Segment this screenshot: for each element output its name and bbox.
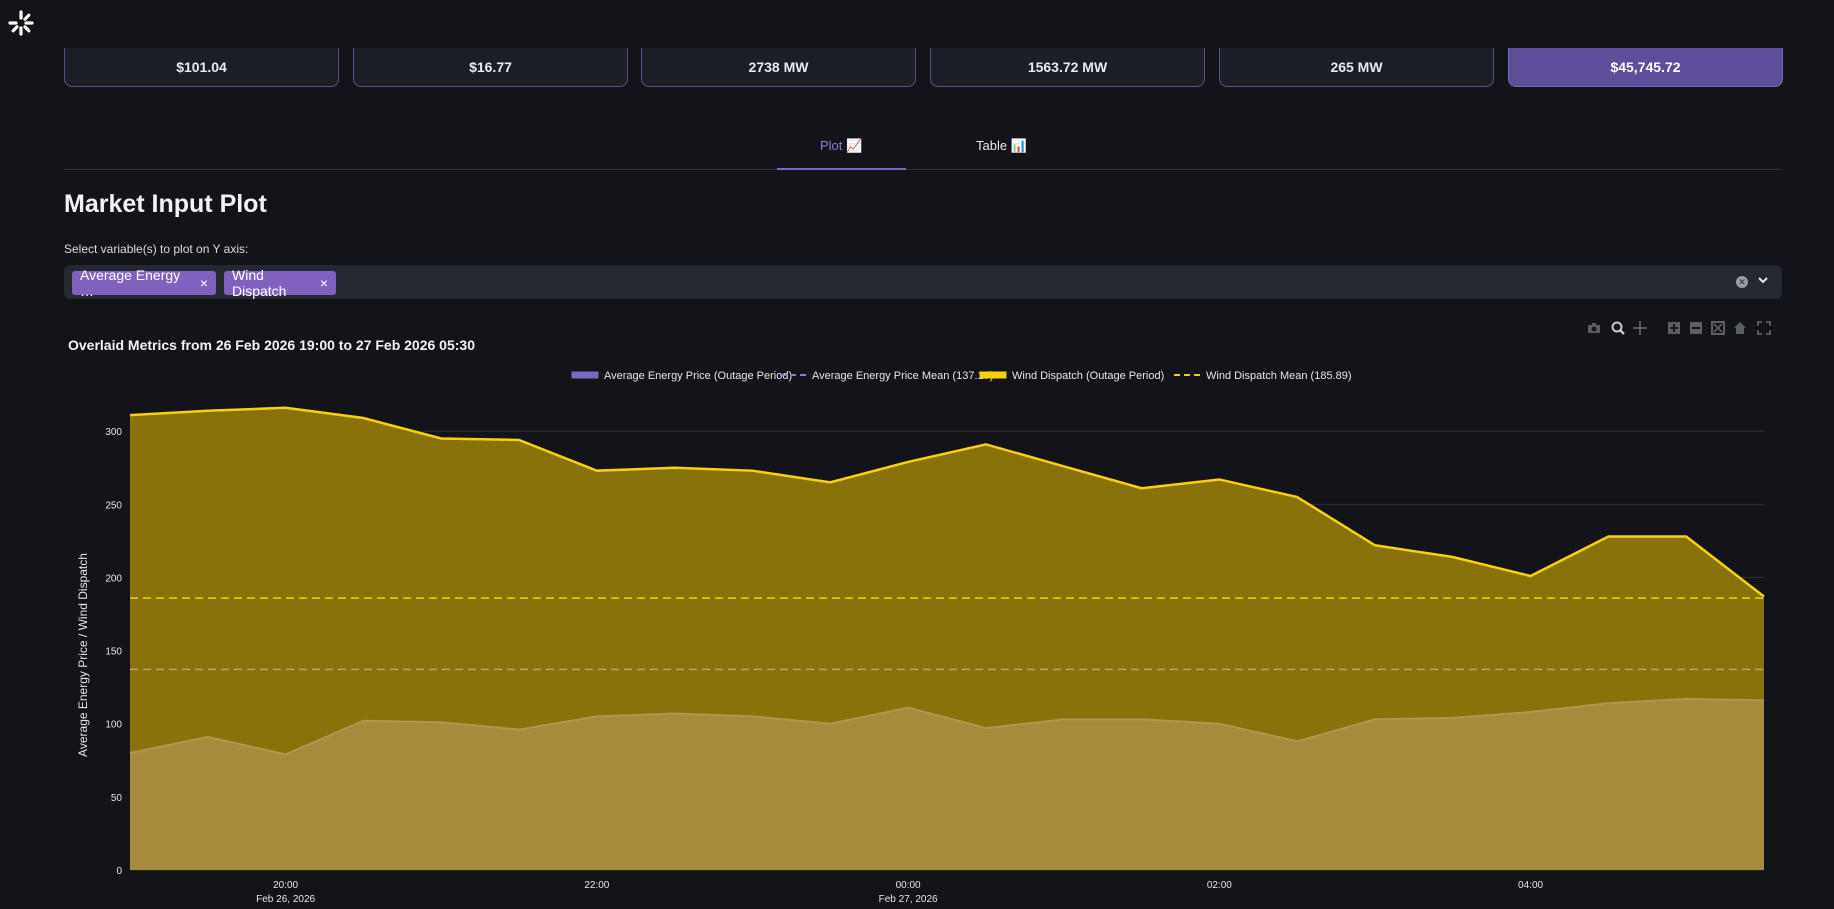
x-tick-label: 20:00 xyxy=(273,880,298,891)
y-tick-label: 250 xyxy=(105,500,122,511)
x-tick-label: 04:00 xyxy=(1518,880,1543,891)
chip-remove-icon[interactable]: × xyxy=(320,275,328,291)
y-tick-label: 100 xyxy=(105,720,122,731)
chip-label: Wind Dispatch xyxy=(232,267,287,299)
app-logo-icon[interactable] xyxy=(6,8,36,38)
chip-label: Average Energy … xyxy=(80,267,181,299)
clear-all-icon[interactable]: ✕ xyxy=(1736,276,1748,288)
legend-swatch xyxy=(979,371,1007,379)
market-input-chart[interactable]: Overlaid Metrics from 26 Feb 2026 19:00 … xyxy=(64,330,1782,909)
metric-card: $16.77 xyxy=(353,48,628,87)
metric-cards: $101.04 $16.77 2738 MW 1563.72 MW 265 MW… xyxy=(64,48,1783,88)
metric-card: $101.04 xyxy=(64,48,339,87)
y-tick-label: 0 xyxy=(116,866,122,877)
metric-card: 1563.72 MW xyxy=(930,48,1205,87)
tab-bar: Plot 📈 Table 📊 xyxy=(64,128,1782,170)
y-axis-ticks: 0 50 100 150 200 250 300 xyxy=(105,427,122,877)
y-tick-label: 50 xyxy=(111,793,123,804)
y-tick-label: 150 xyxy=(105,647,122,658)
page-title: Market Input Plot xyxy=(64,190,267,218)
average-energy-price-area xyxy=(130,698,1764,870)
metric-card-highlighted: $45,745.72 xyxy=(1508,48,1783,87)
legend-label: Wind Dispatch (Outage Period) xyxy=(1012,370,1164,382)
chart-legend: Average Energy Price (Outage Period) Aver… xyxy=(571,370,1352,382)
x-tick-date-label: Feb 26, 2026 xyxy=(256,894,315,905)
chart-areas xyxy=(129,406,1765,870)
chip-remove-icon[interactable]: × xyxy=(200,275,208,291)
active-tab-indicator xyxy=(777,168,906,170)
x-axis-ticks: 20:00 Feb 26, 2026 22:00 00:00 Feb 27, 2026 0… xyxy=(256,880,1543,905)
x-tick-date-label: Feb 27, 2026 xyxy=(879,894,938,905)
metric-card: 2738 MW xyxy=(641,48,916,87)
y-tick-label: 200 xyxy=(105,573,122,584)
tab-plot[interactable]: Plot 📈 xyxy=(820,138,862,168)
y-tick-label: 300 xyxy=(105,427,122,438)
metric-card: 265 MW xyxy=(1219,48,1494,87)
legend-label: Average Energy Price Mean (137.17) xyxy=(812,370,993,382)
x-tick-label: 00:00 xyxy=(896,880,921,891)
chart-title: Overlaid Metrics from 26 Feb 2026 19:00 … xyxy=(68,337,475,353)
legend-label: Average Energy Price (Outage Period) xyxy=(604,370,792,382)
selected-chip-wind-dispatch: Wind Dispatch × xyxy=(224,267,336,299)
x-tick-label: 22:00 xyxy=(584,880,609,891)
y-axis-label: Average Energy Price / Wind Dispatch xyxy=(76,553,90,757)
legend-swatch xyxy=(571,371,599,379)
select-label: Select variable(s) to plot on Y axis: xyxy=(64,242,249,256)
y-variable-multiselect[interactable]: Average Energy … × Wind Dispatch × ✕ xyxy=(64,265,1782,299)
selected-chip-average-energy: Average Energy … × xyxy=(72,267,216,299)
tab-table[interactable]: Table 📊 xyxy=(976,138,1027,168)
x-tick-label: 02:00 xyxy=(1207,880,1232,891)
chevron-down-icon[interactable] xyxy=(1756,273,1770,287)
legend-label: Wind Dispatch Mean (185.89) xyxy=(1206,370,1352,382)
